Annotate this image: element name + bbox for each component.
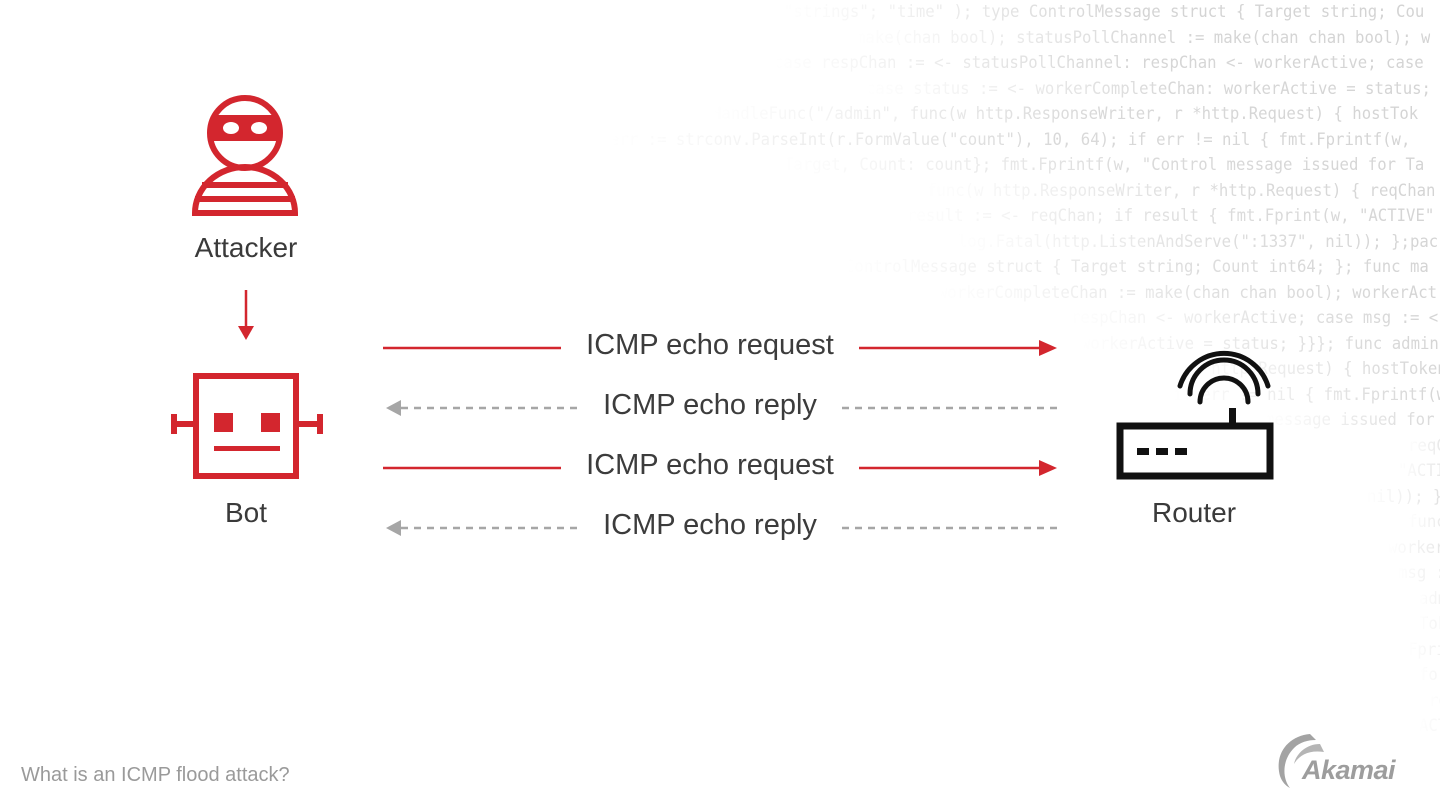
background-code-line: case respChan := <- statusPollChannel: r…	[773, 53, 1424, 73]
attacker-label: Attacker	[194, 232, 298, 263]
background-code-line: Fprintf	[1408, 639, 1440, 660]
background-code-line: ACTIVE	[1418, 716, 1440, 736]
background-code-line: make(chan bool); statusPollChannel := ma…	[855, 27, 1431, 48]
message-label-4: ICMP echo reply	[603, 509, 817, 541]
background-code-line: HandleFunc("/admin", func(w http.Respons…	[712, 104, 1419, 124]
bot-label: Bot	[224, 497, 268, 528]
background-code-line: ControlMessage struct { Target string; C…	[845, 257, 1430, 277]
background-code-line: "strings"; "time" ); type ControlMessage…	[784, 2, 1425, 22]
message-label-1: ICMP echo request	[586, 329, 834, 361]
router-label: Router	[1151, 497, 1237, 528]
background-code-line: workerCompleteChan := make(chan chan boo…	[937, 282, 1437, 303]
background-code-line: workerAct	[1387, 537, 1440, 558]
background-code-line: message issued for Ta	[1265, 410, 1435, 430]
akamai-logo-text: Akamai	[1302, 755, 1396, 785]
background-code-line: case status := <- workerCompleteChan: wo…	[865, 78, 1431, 99]
background-code-line: func ma	[1408, 512, 1440, 532]
background-code-line: func(w http.ResponseWriter, r *http.Requ…	[927, 180, 1436, 201]
background-code-line: Target, Count: count}; fmt.Fprintf(w, "C…	[784, 155, 1425, 175]
bot-icon	[171, 373, 323, 479]
background-code-line: reqCh	[1428, 690, 1440, 711]
background-code-line: err := strconv.ParseInt(r.FormValue("cou…	[610, 129, 1411, 150]
background-code-line: result := <- reqChan; if result { fmt.Fp…	[906, 206, 1435, 226]
background-code-line: log.Fatal(http.ListenAndServe(":1337", n…	[958, 231, 1439, 252]
background-code-line: admin(	[1418, 588, 1440, 609]
background-code-line: msg := <	[1398, 563, 1440, 583]
attacker-icon	[191, 95, 299, 216]
page-title: What is an ICMP flood attack?	[21, 764, 290, 786]
message-label-3: ICMP echo request	[586, 449, 834, 481]
background-code-line: nil)); };pa	[1367, 486, 1440, 507]
message-label-2: ICMP echo reply	[603, 389, 817, 421]
router-icon	[1116, 351, 1274, 480]
background-code-line: for Ta	[1418, 665, 1440, 685]
background-code-line: reqChan	[1408, 435, 1440, 456]
attacker-to-bot-arrow	[238, 290, 254, 340]
background-code-line: Tokens	[1418, 614, 1440, 634]
background-code-line: respChan <- workerActive; case msg := <-	[1070, 308, 1440, 328]
background-code-line: "ACTIVE"	[1398, 461, 1440, 481]
